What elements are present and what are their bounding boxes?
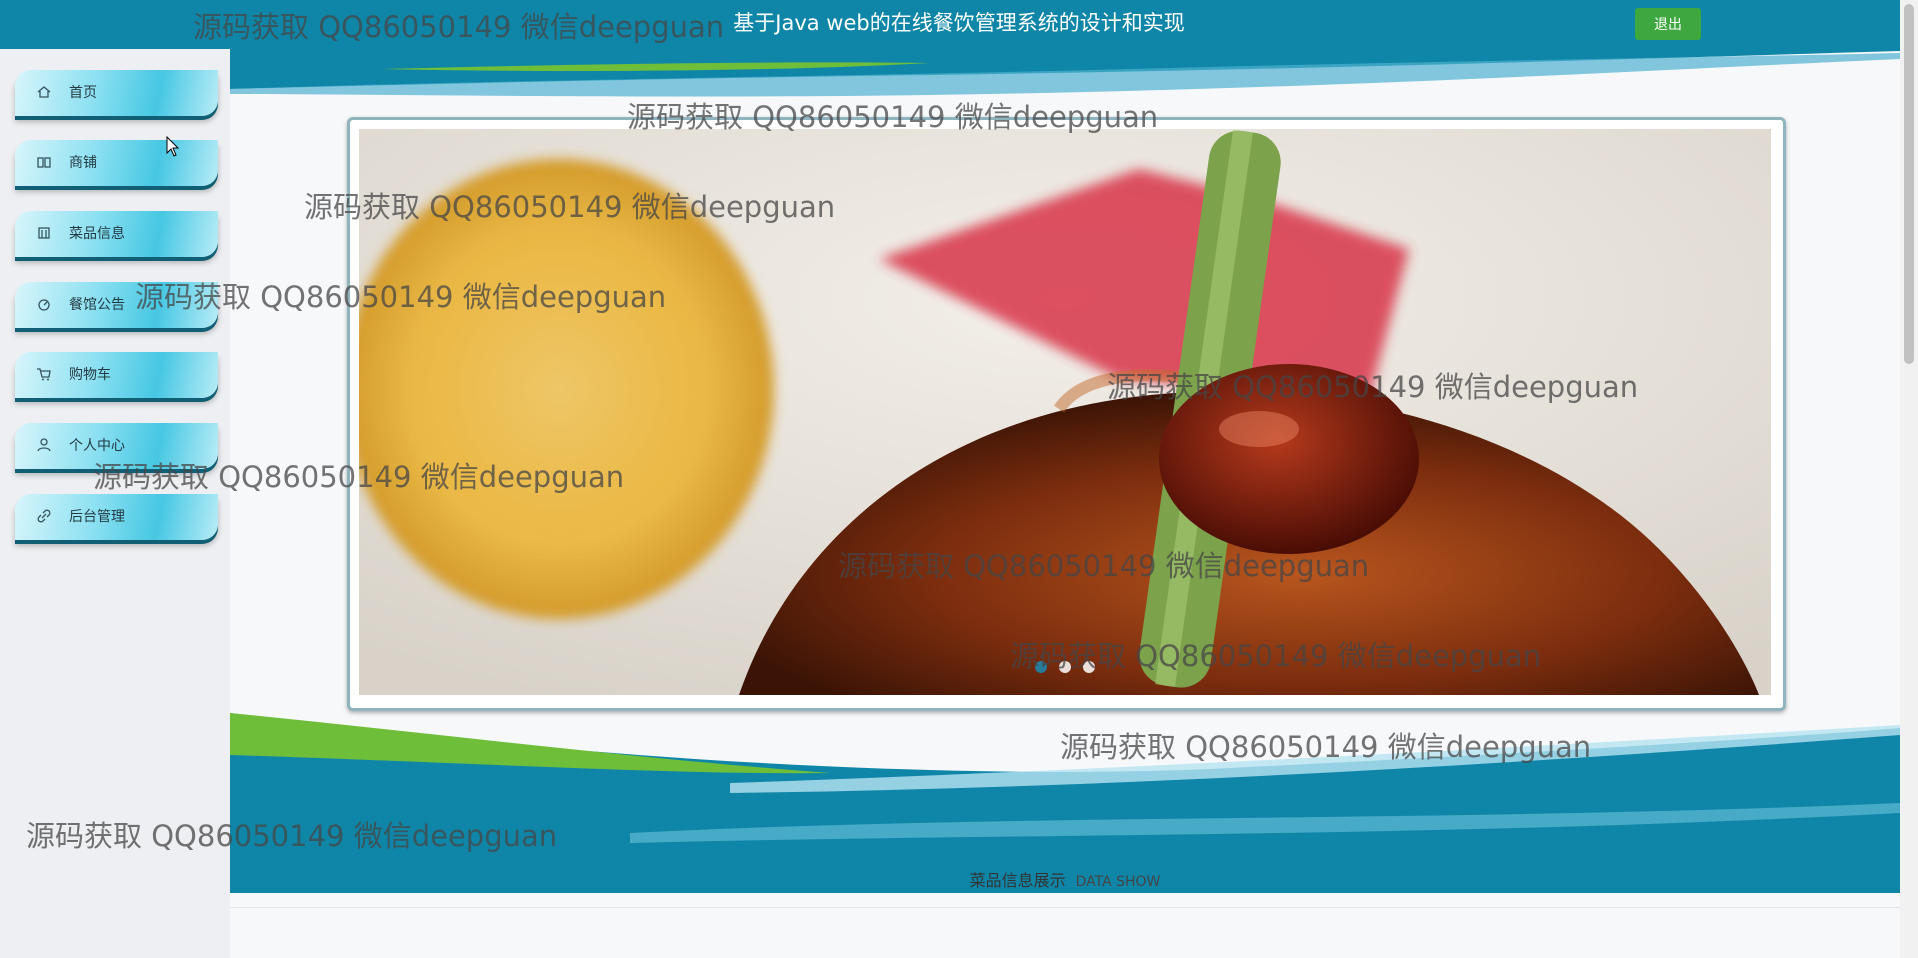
- sidebar: 首页 商铺 菜品信息 餐馆公告 购物车 个人中心 后台管理: [0, 49, 230, 958]
- banner-carousel[interactable]: [347, 117, 1786, 711]
- app-title: 基于Java web的在线餐饮管理系统的设计和实现: [733, 11, 1185, 35]
- sidebar-item-label: 菜品信息: [69, 226, 125, 242]
- sidebar-item-label: 商铺: [69, 155, 97, 171]
- sidebar-item-dishes[interactable]: 菜品信息: [15, 211, 218, 257]
- wave-decoration: [230, 713, 1900, 893]
- sidebar-item-home[interactable]: 首页: [15, 70, 218, 116]
- carousel-dots: [359, 658, 1771, 677]
- carousel-dot[interactable]: [1083, 661, 1095, 673]
- sidebar-item-profile[interactable]: 个人中心: [15, 423, 218, 469]
- home-icon: [35, 84, 53, 102]
- section-heading: 菜品信息展示 DATA SHOW: [230, 867, 1900, 891]
- sidebar-item-store[interactable]: 商铺: [15, 140, 218, 186]
- notice-icon: [35, 296, 53, 314]
- sidebar-item-admin[interactable]: 后台管理: [15, 494, 218, 540]
- main-content: 菜品信息展示 DATA SHOW: [230, 49, 1900, 958]
- section-title: 菜品信息展示: [969, 871, 1066, 890]
- mouse-cursor-icon: [166, 136, 180, 157]
- sidebar-item-notice[interactable]: 餐馆公告: [15, 282, 218, 328]
- section-divider: [230, 907, 1900, 908]
- header-swoosh-decoration: [230, 49, 1900, 97]
- cart-icon: [35, 366, 53, 384]
- page-scrollbar[interactable]: [1900, 0, 1918, 958]
- sidebar-item-cart[interactable]: 购物车: [15, 352, 218, 398]
- sidebar-item-label: 个人中心: [69, 438, 125, 454]
- scrollbar-thumb[interactable]: [1904, 4, 1914, 364]
- sidebar-item-label: 后台管理: [69, 509, 125, 525]
- banner-image: [359, 129, 1771, 695]
- top-header: 基于Java web的在线餐饮管理系统的设计和实现 退出: [0, 0, 1918, 49]
- carousel-dot[interactable]: [1035, 661, 1047, 673]
- sidebar-item-label: 餐馆公告: [69, 297, 125, 313]
- link-icon: [35, 508, 53, 526]
- section-subtitle: DATA SHOW: [1075, 874, 1161, 890]
- dish-icon: [35, 225, 53, 243]
- user-icon: [35, 437, 53, 455]
- sidebar-item-label: 首页: [69, 85, 97, 101]
- logout-button[interactable]: 退出: [1635, 8, 1701, 40]
- sidebar-item-label: 购物车: [69, 367, 111, 383]
- store-icon: [35, 154, 53, 172]
- carousel-dot[interactable]: [1059, 661, 1071, 673]
